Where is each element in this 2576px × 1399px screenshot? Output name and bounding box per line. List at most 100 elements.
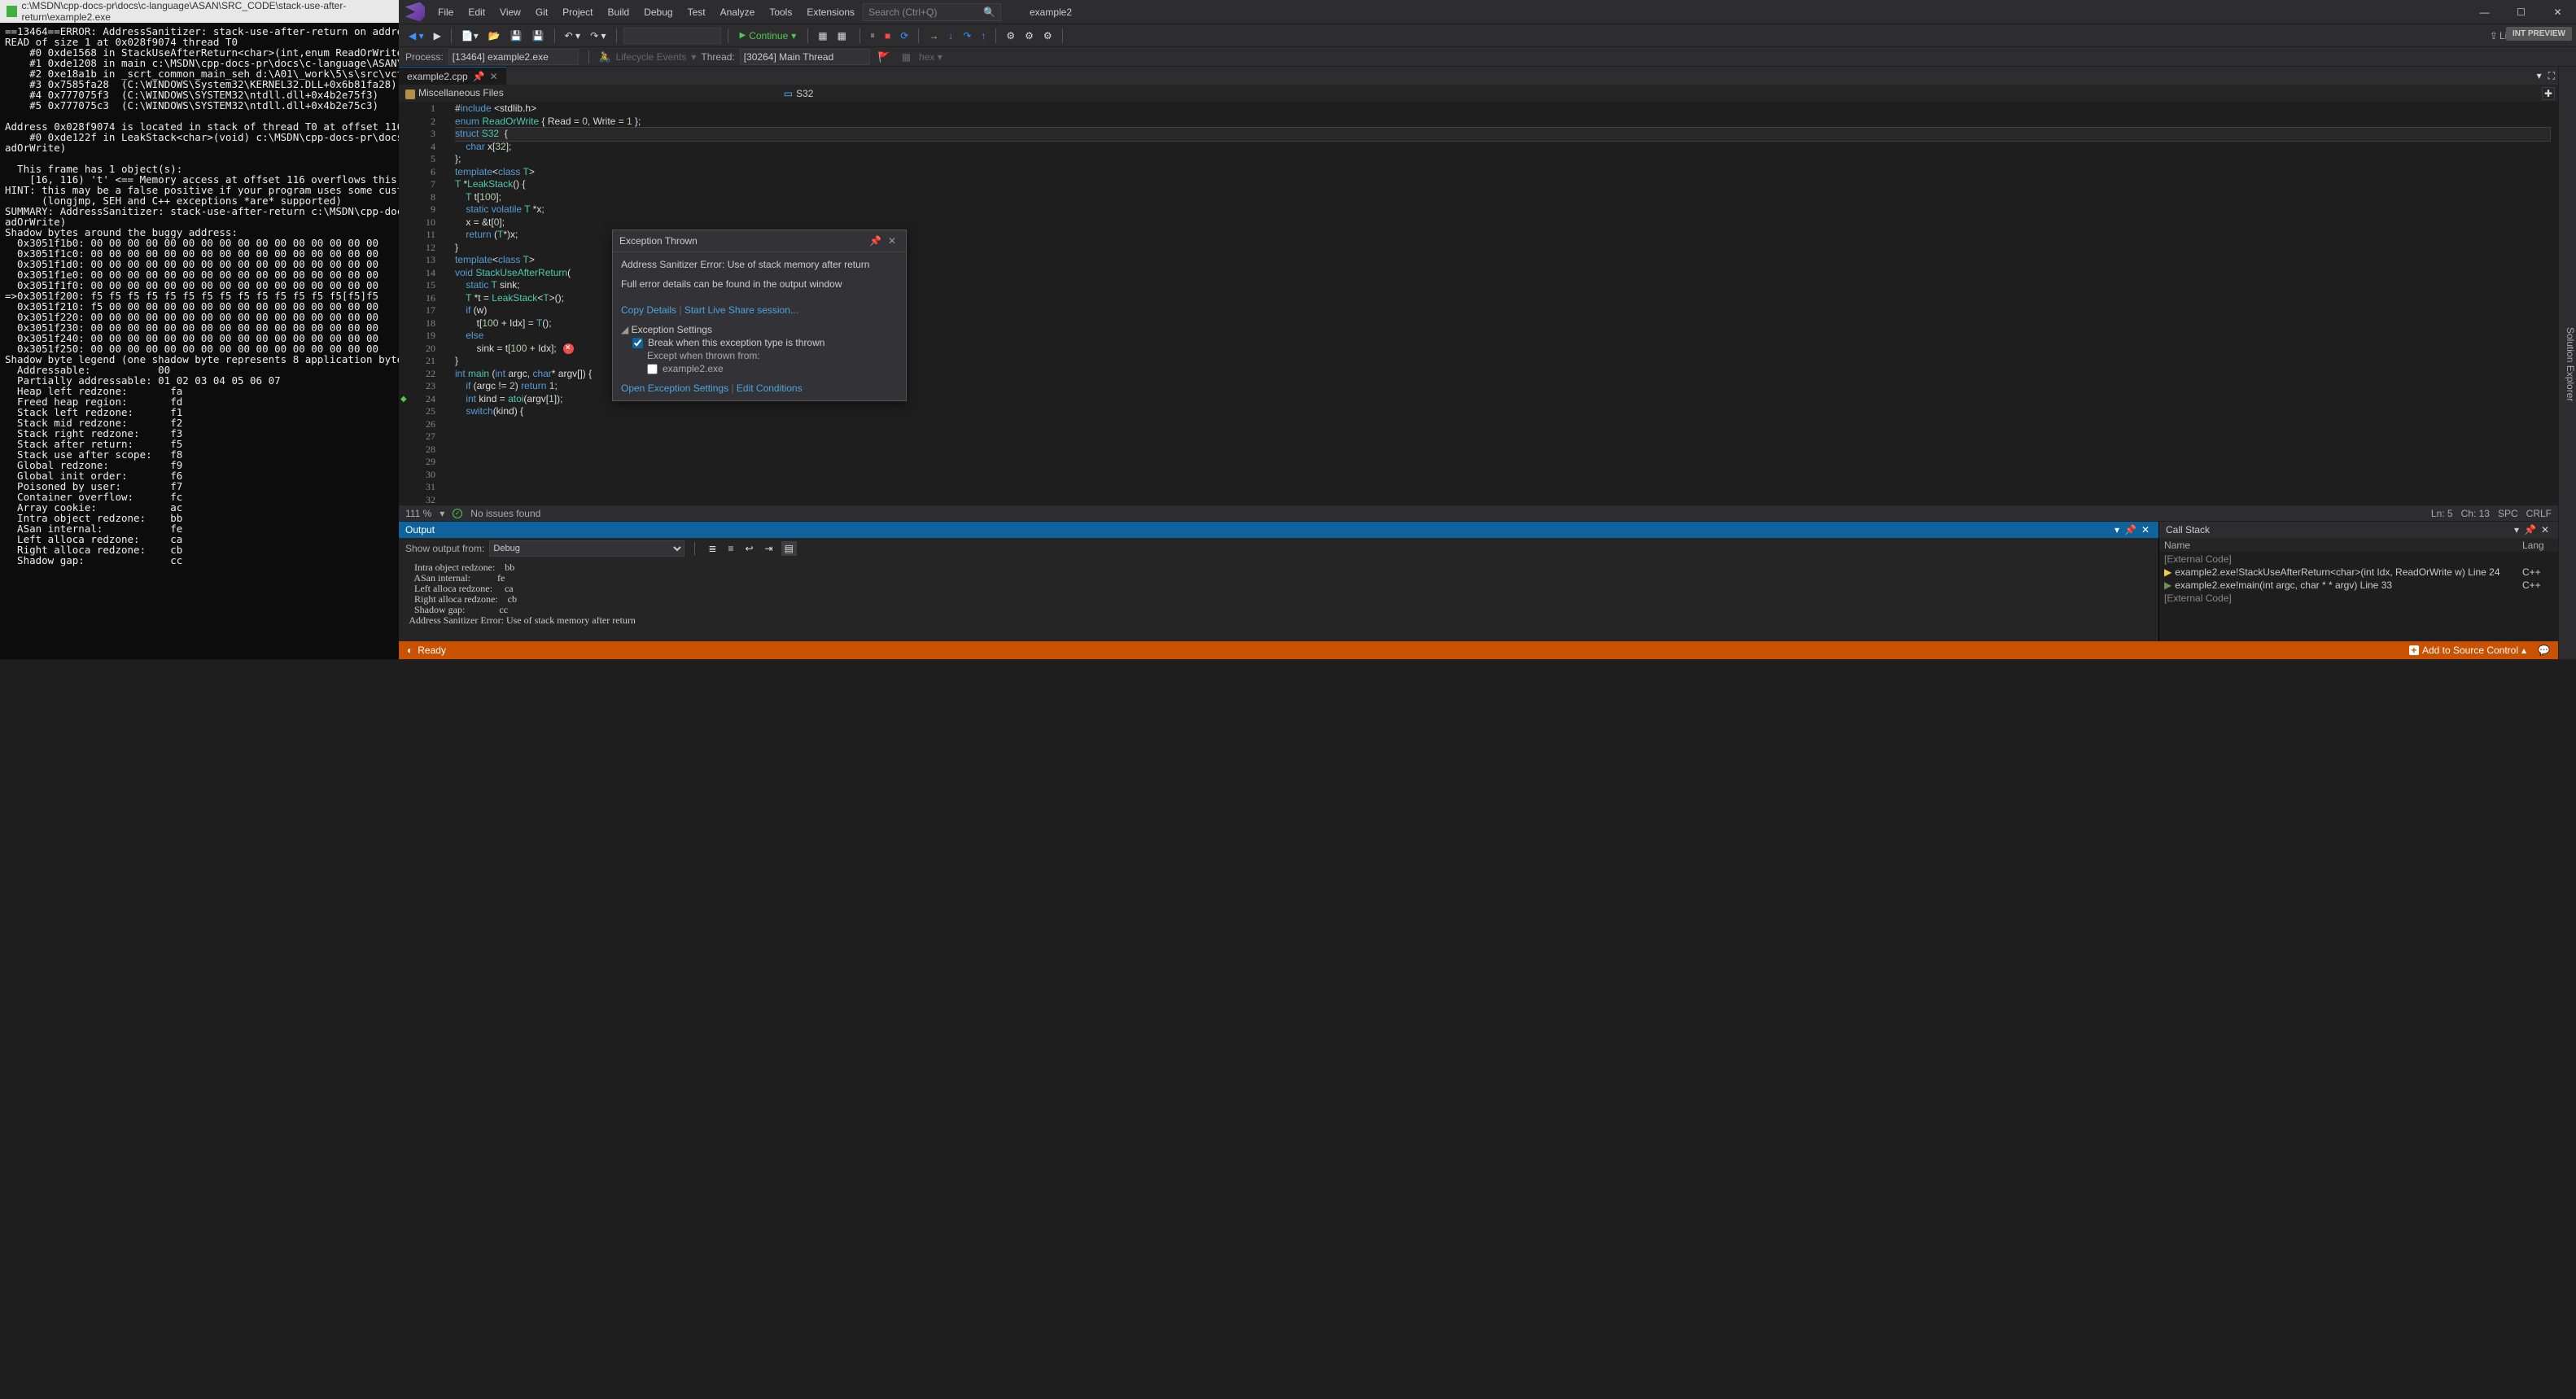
break-checkbox-row[interactable]: Break when this exception type is thrown — [621, 335, 898, 350]
menu-debug[interactable]: Debug — [637, 0, 679, 24]
callstack-pin-icon[interactable]: 📌 — [2521, 524, 2539, 536]
error-icon[interactable] — [563, 343, 574, 354]
output-indent-icon[interactable]: ⇥ — [762, 541, 776, 556]
side-tab-solution-explorer[interactable]: Solution Explorer — [2565, 327, 2576, 401]
console-body[interactable]: ==13464==ERROR: AddressSanitizer: stack-… — [0, 23, 399, 569]
open-button[interactable]: 📂 — [485, 28, 504, 43]
callstack-row[interactable]: [External Code] — [2159, 553, 2558, 566]
flag-button[interactable]: 🚩 — [875, 50, 894, 64]
output-dropdown-icon[interactable]: ▾ — [2112, 524, 2122, 536]
restart-button[interactable]: ⟳ — [897, 28, 912, 43]
pin-icon[interactable]: 📌 — [473, 71, 485, 82]
nav-split-button[interactable]: ✚ — [2542, 87, 2555, 100]
tab-fullscreen-button[interactable]: ⛶ — [2545, 67, 2558, 85]
exception-settings-header[interactable]: ◢ Exception Settings — [621, 324, 898, 335]
nav-bar: Miscellaneous Files ▭S32 ✚ — [399, 85, 2558, 103]
tb-extra-1[interactable]: ⚙ — [1003, 28, 1018, 43]
save-button[interactable]: 💾 — [507, 28, 526, 43]
open-exception-settings-link[interactable]: Open Exception Settings — [621, 383, 728, 394]
notification-icon[interactable]: 💬 — [2538, 645, 2550, 656]
menu-git[interactable]: Git — [529, 0, 554, 24]
exception-detail: Full error details can be found in the o… — [621, 278, 898, 290]
output-toggle-icon[interactable]: ≡ — [724, 541, 737, 556]
callstack-close-icon[interactable]: ✕ — [2539, 524, 2552, 536]
ok-icon: ✓ — [453, 509, 462, 518]
live-share-link[interactable]: Start Live Share session... — [684, 304, 798, 316]
except-item-row[interactable]: example2.exe — [621, 361, 898, 376]
vs-status-bar: ◐ Ready + Add to Source Control▴ 💬 — [399, 641, 2558, 659]
menu-test[interactable]: Test — [681, 0, 712, 24]
output-close-icon[interactable]: ✕ — [2139, 524, 2152, 536]
process-combo[interactable]: [13464] example2.exe — [448, 49, 579, 65]
show-next-statement-button[interactable]: → — [925, 28, 942, 43]
menu-file[interactable]: File — [431, 0, 460, 24]
minimize-button[interactable]: — — [2466, 0, 2503, 24]
nav-fwd-button[interactable]: ▶ — [431, 28, 444, 43]
tb-extra-3[interactable]: ⚙ — [1040, 28, 1056, 43]
copy-details-link[interactable]: Copy Details — [621, 304, 676, 316]
tab-example2-cpp[interactable]: example2.cpp 📌 ✕ — [399, 67, 506, 85]
edit-conditions-link[interactable]: Edit Conditions — [737, 383, 803, 394]
show-output-combo[interactable]: Debug — [489, 540, 684, 557]
step-over-button[interactable]: ↷ — [960, 28, 974, 43]
menu-tools[interactable]: Tools — [763, 0, 798, 24]
except-item-checkbox[interactable] — [647, 364, 658, 374]
continue-button[interactable]: ▶Continue ▾ — [735, 28, 802, 43]
hex-label[interactable]: hex ▾ — [919, 51, 942, 63]
tb-icon-2[interactable]: ▦ — [834, 28, 850, 43]
plus-icon[interactable]: + — [2409, 645, 2419, 655]
menu-analyze[interactable]: Analyze — [714, 0, 762, 24]
lifecycle-label[interactable]: Lifecycle Events — [616, 51, 687, 63]
col-name[interactable]: Name — [2159, 538, 2517, 552]
console-titlebar[interactable]: c:\MSDN\cpp-docs-pr\docs\c-language\ASAN… — [0, 0, 399, 23]
callstack-row[interactable]: [External Code] — [2159, 592, 2558, 605]
code-editor[interactable]: ◆ 12345678910111213141516171819202122232… — [399, 103, 2558, 505]
col-lang[interactable]: Lang — [2517, 538, 2558, 552]
tab-close-icon[interactable]: ✕ — [490, 71, 498, 82]
thread-combo[interactable]: [30264] Main Thread — [740, 49, 870, 65]
menu-extensions[interactable]: Extensions — [800, 0, 861, 24]
menu-project[interactable]: Project — [556, 0, 599, 24]
vs-titlebar[interactable]: File Edit View Git Project Build Debug T… — [399, 0, 2576, 24]
nav-scope[interactable]: Miscellaneous Files — [402, 87, 507, 98]
add-source-control[interactable]: Add to Source Control — [2422, 645, 2518, 656]
output-autoscroll-icon[interactable]: ▤ — [781, 541, 797, 556]
step-into-button[interactable]: ↓ — [945, 28, 956, 43]
exception-close-icon[interactable]: ✕ — [885, 235, 899, 247]
close-button[interactable]: ✕ — [2539, 0, 2576, 24]
lifecycle-icon[interactable]: 🚴 — [599, 51, 611, 63]
tb-icon-1[interactable]: ▦ — [815, 28, 830, 43]
fold-column[interactable] — [444, 103, 455, 505]
menu-view[interactable]: View — [493, 0, 527, 24]
callstack-row[interactable]: ▶example2.exe!main(int argc, char * * ar… — [2159, 579, 2558, 592]
output-pin-icon[interactable]: 📌 — [2122, 524, 2139, 536]
save-all-button[interactable]: 💾 — [529, 28, 548, 43]
menu-build[interactable]: Build — [601, 0, 636, 24]
undo-button[interactable]: ↶ ▾ — [562, 28, 584, 43]
nav-back-button[interactable]: ◀ ▾ — [405, 28, 427, 43]
maximize-button[interactable]: ☐ — [2503, 0, 2539, 24]
new-project-button[interactable]: 📄▾ — [458, 28, 482, 43]
output-body[interactable]: Intra object redzone: bb ASan internal: … — [399, 559, 2158, 641]
exception-pin-icon[interactable]: 📌 — [866, 235, 885, 247]
break-checkbox[interactable] — [632, 338, 643, 348]
callstack-row[interactable]: ▶example2.exe!StackUseAfterReturn<char>(… — [2159, 566, 2558, 579]
stop-button[interactable]: ■ — [881, 28, 894, 43]
issues-label[interactable]: No issues found — [470, 508, 540, 519]
config-combo[interactable] — [623, 28, 721, 44]
tab-dropdown-button[interactable]: ▾ — [2534, 67, 2545, 85]
step-out-button[interactable]: ↑ — [977, 28, 989, 43]
tb-extra-2[interactable]: ⚙ — [1021, 28, 1037, 43]
search-box[interactable]: Search (Ctrl+Q) 🔍 — [863, 3, 1001, 21]
menu-edit[interactable]: Edit — [461, 0, 492, 24]
break-all-button[interactable]: ⏸ — [867, 28, 878, 43]
callstack-rows[interactable]: [External Code]▶example2.exe!StackUseAft… — [2159, 553, 2558, 641]
nav-member[interactable]: ▭S32 — [781, 88, 817, 99]
zoom-level[interactable]: 111 % — [405, 508, 431, 519]
stack-frame-button[interactable]: ▦ — [899, 50, 914, 64]
output-clear-icon[interactable]: ≣ — [705, 541, 719, 556]
side-tab-strip: Solution Explorer Team Explorer — [2558, 67, 2576, 659]
callstack-dropdown-icon[interactable]: ▾ — [2512, 524, 2521, 536]
redo-button[interactable]: ↷ ▾ — [587, 28, 609, 43]
output-wrap-icon[interactable]: ↩ — [741, 541, 756, 556]
